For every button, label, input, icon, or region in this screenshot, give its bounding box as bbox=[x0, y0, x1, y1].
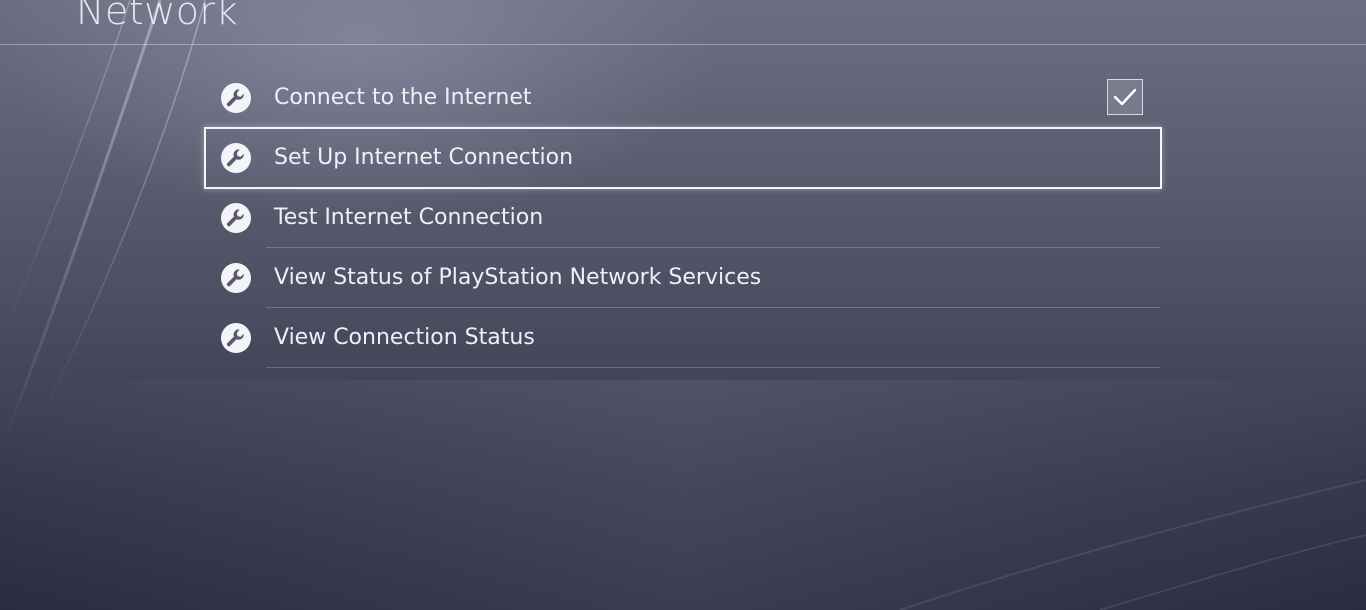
menu-item-label: View Connection Status bbox=[274, 325, 535, 350]
connect-checkbox[interactable] bbox=[1107, 79, 1143, 115]
wrench-icon bbox=[220, 142, 252, 174]
wrench-icon bbox=[220, 262, 252, 294]
menu-item-test-internet-connection[interactable]: Test Internet Connection bbox=[204, 188, 1162, 248]
menu-item-set-up-internet-connection[interactable]: Set Up Internet Connection bbox=[204, 127, 1162, 189]
checkmark-icon bbox=[1113, 88, 1137, 106]
wrench-icon bbox=[220, 82, 252, 114]
wrench-icon bbox=[220, 202, 252, 234]
menu-item-label: View Status of PlayStation Network Servi… bbox=[274, 265, 762, 290]
title-divider bbox=[0, 44, 1366, 45]
page-title: Network bbox=[76, 0, 239, 33]
menu-item-label: Set Up Internet Connection bbox=[274, 145, 574, 170]
menu-item-view-connection-status[interactable]: View Connection Status bbox=[204, 308, 1162, 368]
menu-item-view-psn-status[interactable]: View Status of PlayStation Network Servi… bbox=[204, 248, 1162, 308]
menu-item-label: Test Internet Connection bbox=[274, 205, 544, 230]
network-menu: Connect to the Internet Set Up Internet … bbox=[204, 68, 1162, 368]
menu-item-connect-to-internet[interactable]: Connect to the Internet bbox=[204, 68, 1162, 128]
row-divider bbox=[266, 367, 1160, 368]
menu-item-label: Connect to the Internet bbox=[274, 85, 532, 110]
wrench-icon bbox=[220, 322, 252, 354]
